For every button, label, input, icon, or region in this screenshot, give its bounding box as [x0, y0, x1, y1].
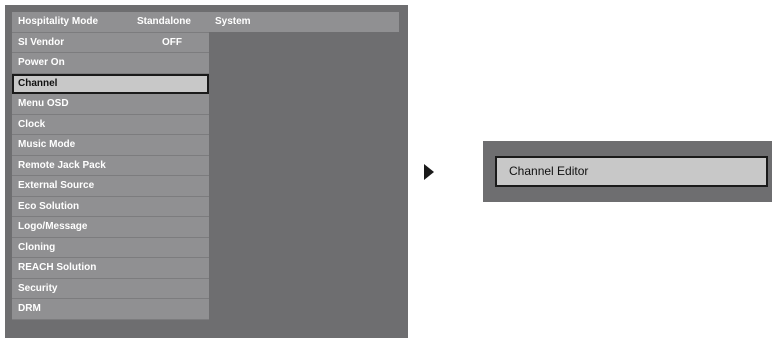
menu-item-label: Channel [18, 77, 58, 89]
submenu-area: System [209, 12, 399, 331]
menu-item-logo-message[interactable]: Logo/Message [12, 217, 209, 238]
menu-item-label: Security [18, 282, 58, 294]
menu-item-value: OFF [162, 36, 182, 48]
menu-item-label: Menu OSD [18, 98, 69, 109]
menu-item-label: DRM [18, 303, 41, 314]
submenu-header: System [209, 12, 399, 32]
menu-item-external-source[interactable]: External Source [12, 176, 209, 197]
screen: Hospitality Mode Standalone SI Vendor OF… [0, 0, 772, 339]
menu-item-label: Eco Solution [18, 200, 80, 212]
menu-item-label: Clock [18, 118, 46, 130]
menu-item-remote-jack-pack[interactable]: Remote Jack Pack [12, 155, 209, 176]
channel-submenu-panel: Channel Editor [483, 141, 772, 202]
menu-item-hospitality-mode[interactable]: Hospitality Mode Standalone [12, 12, 209, 33]
menu-item-label: Hospitality Mode [18, 16, 99, 27]
menu-item-menu-osd[interactable]: Menu OSD [12, 94, 209, 115]
menu-item-power-on[interactable]: Power On [12, 53, 209, 74]
menu-list: Hospitality Mode Standalone SI Vendor OF… [12, 12, 209, 320]
menu-item-channel[interactable]: Channel [12, 73, 209, 94]
menu-item-security[interactable]: Security [12, 278, 209, 299]
menu-item-label: Music Mode [18, 139, 76, 150]
menu-item-label: SI Vendor [18, 36, 65, 48]
menu-item-label: REACH Solution [18, 262, 97, 273]
menu-item-si-vendor[interactable]: SI Vendor OFF [12, 32, 209, 53]
menu-item-label: External Source [18, 180, 95, 191]
menu-item-cloning[interactable]: Cloning [12, 237, 209, 258]
menu-item-drm[interactable]: DRM [12, 299, 209, 320]
channel-editor-item[interactable]: Channel Editor [495, 156, 768, 187]
main-menu-panel: Hospitality Mode Standalone SI Vendor OF… [5, 5, 408, 338]
menu-item-eco-solution[interactable]: Eco Solution [12, 196, 209, 217]
menu-item-value: Standalone [137, 16, 191, 27]
menu-item-music-mode[interactable]: Music Mode [12, 135, 209, 156]
menu-item-label: Cloning [18, 241, 56, 253]
menu-item-label: Logo/Message [18, 221, 88, 232]
menu-item-reach-solution[interactable]: REACH Solution [12, 258, 209, 279]
arrow-right-icon [424, 164, 434, 180]
menu-item-clock[interactable]: Clock [12, 114, 209, 135]
menu-item-label: Remote Jack Pack [18, 159, 106, 171]
menu-item-label: Power On [18, 57, 65, 68]
